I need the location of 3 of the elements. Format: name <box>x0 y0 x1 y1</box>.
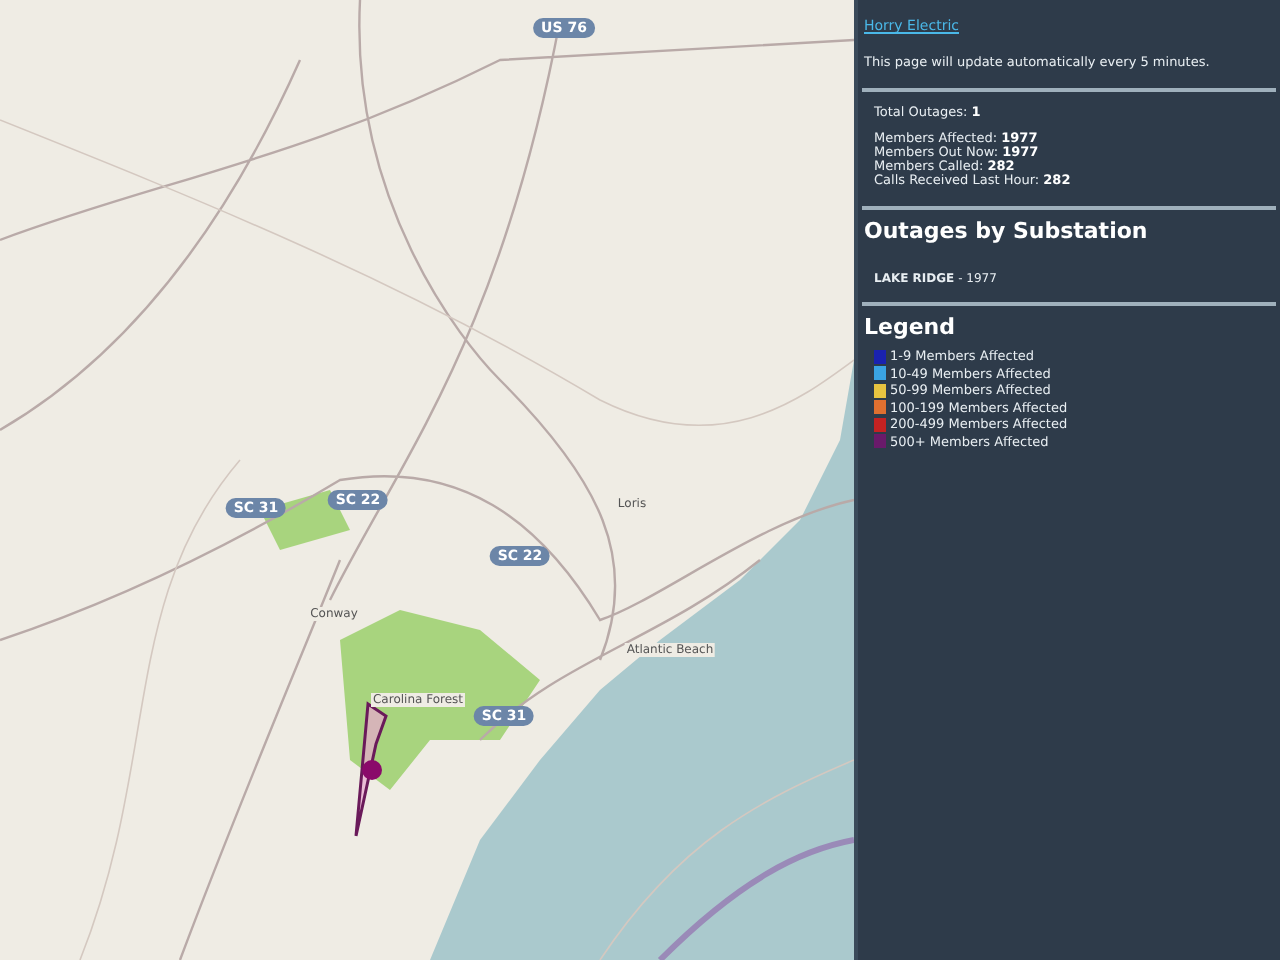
outage-marker[interactable] <box>362 760 382 780</box>
section-title: Legend <box>864 314 958 340</box>
section-title: Outages by Substation <box>864 218 1150 244</box>
